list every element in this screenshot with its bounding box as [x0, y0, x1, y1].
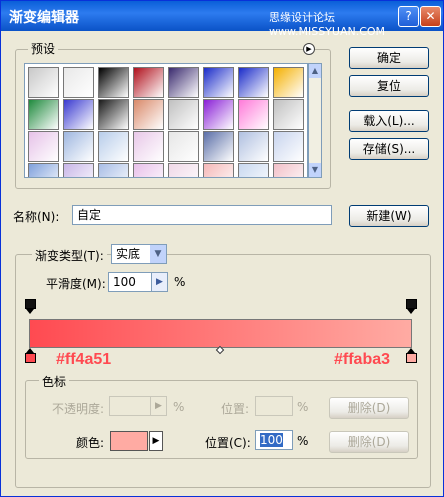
- gradient-preset-swatch[interactable]: [63, 163, 94, 177]
- gradient-preset-swatch[interactable]: [273, 163, 304, 177]
- color-location-input[interactable]: 100: [255, 430, 293, 450]
- reset-button[interactable]: 复位: [349, 75, 429, 97]
- smoothness-input[interactable]: 100 ▶: [108, 272, 168, 292]
- ok-button[interactable]: 确定: [349, 47, 429, 69]
- gradient-editor-window: 渐变编辑器 思缘设计论坛 www.MISSYUAN.COM ? ✕ 预设 ▶ ▲…: [0, 0, 444, 497]
- smoothness-value: 100: [113, 275, 136, 289]
- gradient-preset-swatch[interactable]: [98, 67, 129, 98]
- stop-color-swatch[interactable]: [110, 431, 148, 451]
- smoothness-label: 平滑度(M):: [46, 277, 106, 291]
- delete-color-stop-button[interactable]: 删除(D): [329, 431, 409, 453]
- opacity-location-unit: %: [297, 400, 309, 414]
- load-button[interactable]: 载入(L)...: [349, 110, 429, 132]
- gradient-preset-swatch[interactable]: [28, 67, 59, 98]
- gradient-preset-swatch[interactable]: [168, 99, 199, 130]
- new-button[interactable]: 新建(W): [349, 205, 429, 227]
- stepper-right-arrow-icon: ▶: [150, 397, 166, 415]
- color-location-value: 100: [260, 433, 283, 447]
- gradient-preset-swatch[interactable]: [168, 131, 199, 162]
- gradient-preset-swatch[interactable]: [238, 67, 269, 98]
- gradient-type-value: 实底: [116, 247, 141, 261]
- scroll-up-arrow-icon[interactable]: ▲: [309, 64, 321, 78]
- save-button[interactable]: 存储(S)...: [349, 138, 429, 160]
- gradient-preset-swatch[interactable]: [273, 67, 304, 98]
- smoothness-unit: %: [174, 275, 186, 289]
- gradient-preset-swatch[interactable]: [168, 163, 199, 177]
- gradient-preset-swatch[interactable]: [28, 131, 59, 162]
- color-label: 颜色:: [76, 436, 105, 450]
- gradient-preset-swatch[interactable]: [203, 163, 234, 177]
- start-color-annotation: #ff4a51: [56, 351, 112, 368]
- gradient-type-select[interactable]: 实底 ▼: [111, 244, 167, 264]
- scroll-down-arrow-icon[interactable]: ▼: [309, 163, 321, 177]
- color-location-unit: %: [297, 434, 309, 448]
- gradient-preset-swatch[interactable]: [63, 99, 94, 130]
- gradient-preset-swatch[interactable]: [273, 131, 304, 162]
- presets-scrollbar[interactable]: ▲ ▼: [308, 63, 322, 178]
- opacity-stop-left[interactable]: [25, 299, 36, 314]
- help-button[interactable]: ?: [398, 6, 419, 27]
- name-label: 名称(N):: [13, 210, 60, 224]
- gradient-preset-swatch[interactable]: [133, 67, 164, 98]
- gradient-preset-swatch[interactable]: [238, 131, 269, 162]
- gradient-preset-swatch[interactable]: [28, 99, 59, 130]
- gradient-preset-swatch[interactable]: [133, 163, 164, 177]
- delete-opacity-stop-button[interactable]: 删除(D): [329, 397, 409, 419]
- gradient-preset-swatch[interactable]: [63, 67, 94, 98]
- opacity-label: 不透明度:: [52, 402, 105, 416]
- gradient-preset-swatch[interactable]: [203, 99, 234, 130]
- gradient-preset-swatch[interactable]: [28, 163, 59, 177]
- color-stop-left[interactable]: [25, 348, 36, 364]
- chevron-down-icon: ▼: [150, 245, 166, 263]
- opacity-location-input: [255, 396, 293, 416]
- gradient-preset-swatch[interactable]: [98, 163, 129, 177]
- opacity-location-label: 位置:: [221, 402, 250, 416]
- opacity-input: ▶: [109, 396, 167, 416]
- gradient-type-label: 渐变类型(T):: [32, 247, 107, 264]
- title-bar[interactable]: 渐变编辑器 思缘设计论坛 www.MISSYUAN.COM ? ✕: [1, 1, 443, 38]
- gradient-preset-swatch[interactable]: [273, 99, 304, 130]
- stepper-right-arrow-icon[interactable]: ▶: [151, 273, 167, 291]
- name-input[interactable]: 自定: [72, 205, 332, 225]
- play-circle-icon[interactable]: ▶: [303, 43, 315, 55]
- close-button[interactable]: ✕: [420, 6, 441, 27]
- gradient-preset-swatch[interactable]: [168, 67, 199, 98]
- opacity-stop-right[interactable]: [406, 299, 417, 314]
- color-menu-arrow-icon[interactable]: ▶: [149, 431, 163, 451]
- gradient-preset-swatch[interactable]: [63, 131, 94, 162]
- gradient-preset-swatch[interactable]: [98, 131, 129, 162]
- end-color-annotation: #ffaba3: [334, 351, 391, 368]
- gradient-preset-swatch[interactable]: [238, 99, 269, 130]
- gradient-preset-swatch[interactable]: [203, 131, 234, 162]
- gradient-preset-swatch[interactable]: [238, 163, 269, 177]
- gradient-preview-bar[interactable]: [29, 319, 412, 348]
- presets-swatch-list[interactable]: [24, 63, 308, 178]
- gradient-preset-swatch[interactable]: [203, 67, 234, 98]
- gradient-preset-swatch[interactable]: [133, 131, 164, 162]
- gradient-preset-swatch[interactable]: [133, 99, 164, 130]
- color-stop-right[interactable]: [406, 348, 417, 364]
- opacity-unit: %: [173, 400, 185, 414]
- color-location-label: 位置(C):: [205, 436, 251, 450]
- window-title: 渐变编辑器: [9, 10, 79, 26]
- stops-group-label: 色标: [39, 373, 70, 390]
- gradient-preset-swatch[interactable]: [98, 99, 129, 130]
- presets-label: 预设: [28, 40, 59, 57]
